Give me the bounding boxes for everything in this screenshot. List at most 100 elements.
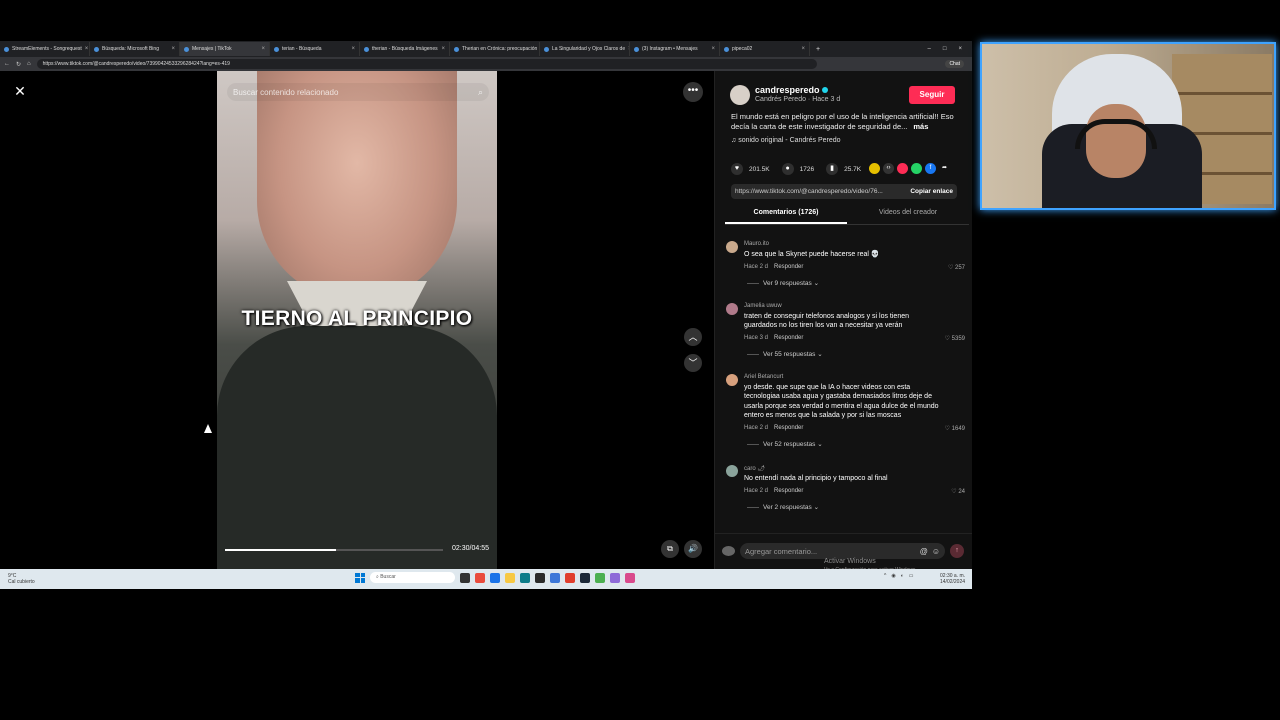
view-replies-button[interactable]: Ver 55 respuestas ⌄	[747, 350, 823, 358]
refresh-icon[interactable]: ↻	[16, 61, 21, 68]
back-icon[interactable]: ←	[4, 61, 10, 67]
browser-tab[interactable]: pipeca02 ×	[720, 42, 810, 56]
comment-likes[interactable]: ♡ 1649	[945, 425, 965, 432]
url-field[interactable]: https://www.tiktok.com/@candresperedo/vi…	[36, 59, 817, 69]
chevron-down-icon: ⌄	[815, 351, 823, 358]
sound-info[interactable]: ♫ sonido original - Candrés Peredo	[731, 137, 841, 144]
app-icon[interactable]	[565, 572, 575, 583]
view-replies-button[interactable]: Ver 2 respuestas ⌄	[747, 503, 819, 511]
comment-likes[interactable]: ♡ 24	[951, 488, 965, 495]
browser-tab[interactable]: Therian en Crónica: preocupación×	[450, 42, 540, 56]
follow-button[interactable]: Seguir	[909, 86, 955, 104]
browser-tab-active[interactable]: Mensajes | TikTok ×	[180, 42, 270, 56]
browser-tab[interactable]: StreamElements - Songrequest ×	[0, 42, 90, 56]
more-link[interactable]: más	[913, 122, 928, 131]
commenter-name[interactable]: Jamelia uwuw	[744, 303, 782, 309]
app-icon[interactable]	[475, 572, 485, 583]
bookmark-icon[interactable]: ▮	[826, 163, 839, 175]
weather-widget[interactable]: 9°C Cal cubierto	[8, 573, 35, 585]
minimize-icon[interactable]: –	[928, 46, 931, 52]
folder-icon[interactable]	[505, 572, 515, 583]
steam-icon[interactable]	[580, 572, 590, 583]
reply-button[interactable]: Responder	[774, 425, 803, 431]
home-icon[interactable]: ⌂	[27, 61, 31, 67]
tab-creator-videos[interactable]: Videos del creador	[847, 209, 969, 224]
view-replies-button[interactable]: Ver 9 respuestas ⌄	[747, 279, 819, 287]
app-icon[interactable]	[625, 572, 635, 583]
windows-start-icon[interactable]	[355, 572, 365, 583]
commenter-name[interactable]: Mauro.ito	[744, 241, 769, 247]
browser-tab[interactable]: therian - Búsqueda Imágenes ×	[360, 42, 450, 56]
send-comment-icon[interactable]: ↑	[950, 544, 964, 558]
commenter-name[interactable]: caro 🌶	[744, 465, 765, 472]
reply-button[interactable]: Responder	[774, 488, 803, 494]
chevron-up-icon[interactable]: ^	[884, 573, 886, 579]
emoji-icon[interactable]: ☺	[932, 547, 940, 556]
chat-button[interactable]: Chat	[945, 60, 964, 68]
task-view-icon[interactable]	[460, 572, 470, 583]
close-tab-icon[interactable]: ×	[261, 46, 265, 52]
close-tab-icon[interactable]: ×	[711, 46, 715, 52]
commenter-avatar[interactable]	[726, 465, 738, 477]
commenter-avatar[interactable]	[726, 241, 738, 253]
view-replies-button[interactable]: Ver 52 respuestas ⌄	[747, 440, 823, 448]
more-options-icon[interactable]: •••	[683, 82, 703, 102]
chevron-up-icon[interactable]: ︿	[684, 328, 702, 346]
related-search-input[interactable]: Buscar contenido relacionado ⌕	[227, 83, 489, 101]
share-icon[interactable]: ➦	[939, 163, 950, 174]
reply-button[interactable]: Responder	[774, 264, 803, 270]
close-tab-icon[interactable]: ×	[801, 46, 805, 52]
reply-button[interactable]: Responder	[774, 335, 803, 341]
store-icon[interactable]	[535, 572, 545, 583]
embed-icon[interactable]: ‹›	[883, 163, 894, 174]
volume-icon[interactable]: 🔊	[684, 540, 702, 558]
taskbar-search-input[interactable]: ⌕ Buscar	[370, 572, 455, 583]
comment-likes[interactable]: ♡ 257	[948, 264, 965, 271]
chevron-down-icon[interactable]: ﹀	[684, 354, 702, 372]
commenter-avatar[interactable]	[726, 303, 738, 315]
browser-tab[interactable]: La Singularidad y Ojos Claros de×	[540, 42, 630, 56]
close-tab-icon[interactable]: ×	[85, 46, 89, 52]
app-icon[interactable]	[595, 572, 605, 583]
close-tab-icon[interactable]: ×	[351, 46, 355, 52]
edge-icon[interactable]	[490, 572, 500, 583]
app-icon[interactable]	[550, 572, 560, 583]
tab-comments[interactable]: Comentarios (1726)	[725, 209, 847, 224]
comment-likes[interactable]: ♡ 5359	[945, 335, 965, 342]
copy-link-button[interactable]: Copiar enlace	[910, 188, 953, 195]
comment-input[interactable]: Agregar comentario... @ ☺	[740, 543, 945, 559]
video-progress-bar[interactable]	[225, 549, 443, 551]
new-tab-icon[interactable]: +	[810, 46, 820, 53]
close-tab-icon[interactable]: ×	[171, 46, 175, 52]
browser-tab[interactable]: Búsqueda: Microsoft Bing ×	[90, 42, 180, 56]
search-placeholder: Buscar contenido relacionado	[233, 87, 339, 97]
browser-tab[interactable]: terian - Búsqueda ×	[270, 42, 360, 56]
commenter-name[interactable]: Ariel Betancurt	[744, 374, 783, 380]
battery-icon[interactable]: ▭	[909, 573, 914, 579]
taskbar-clock[interactable]: 02:30 a. m. 14/02/2024	[940, 573, 965, 585]
network-icon[interactable]: ◉	[891, 573, 895, 579]
app-icon[interactable]	[610, 572, 620, 583]
whatsapp-icon[interactable]	[911, 163, 922, 174]
mention-icon[interactable]: @	[920, 547, 928, 556]
heart-icon[interactable]: ♥	[731, 163, 743, 175]
close-icon[interactable]: ✕	[11, 82, 29, 100]
pip-icon[interactable]: ⧉	[661, 540, 679, 558]
creator-avatar[interactable]	[730, 85, 750, 105]
comment-icon[interactable]: ●	[781, 163, 794, 175]
maximize-icon[interactable]: □	[943, 46, 947, 52]
commenter-avatar[interactable]	[726, 374, 738, 386]
coin-icon[interactable]	[869, 163, 880, 174]
browser-tab[interactable]: (3) Instagram • Mensajes ×	[630, 42, 720, 56]
volume-icon[interactable]: ◐	[901, 573, 904, 579]
video-link-text: https://www.tiktok.com/@candresperedo/vi…	[735, 188, 883, 195]
creator-username[interactable]: candresperedo	[755, 85, 828, 95]
video-player[interactable]: TIERNO AL PRINCIPIO	[217, 71, 497, 569]
tab-label: pipeca02	[732, 46, 753, 52]
edge-browser-icon[interactable]	[520, 572, 530, 583]
facebook-icon[interactable]: f	[925, 163, 936, 174]
search-icon[interactable]: ⌕	[478, 87, 483, 98]
close-window-icon[interactable]: ×	[958, 46, 962, 52]
close-tab-icon[interactable]: ×	[441, 46, 445, 52]
send-icon[interactable]	[897, 163, 908, 174]
